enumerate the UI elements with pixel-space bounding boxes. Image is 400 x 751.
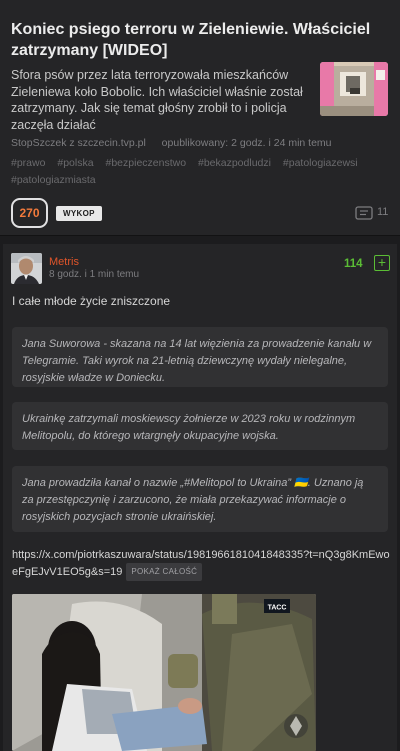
comments-icon[interactable] <box>355 206 373 220</box>
tweet-link-block: https://x.com/piotrkaszuwara/status/1981… <box>12 547 392 581</box>
article-title[interactable]: Koniec psiego terroru w Zieleniewie. Wła… <box>11 19 386 61</box>
tag-link[interactable]: #patologiazewsi <box>283 157 358 169</box>
upvote-button[interactable]: + <box>374 255 390 271</box>
comment-time: 8 godz. i 1 min temu <box>49 269 140 280</box>
comments-count[interactable]: 11 <box>377 206 388 218</box>
author-link[interactable]: StopSzczek <box>11 137 66 149</box>
article-meta: StopSzczek z szczecin.tvp.pl opublikowan… <box>11 137 332 149</box>
embedded-video-thumbnail[interactable]: ТАСС <box>12 594 316 751</box>
wykop-button[interactable]: WYKOP <box>56 206 102 221</box>
quote-block: Ukrainkę zatrzymali moskiewscy żołnierze… <box>12 402 388 450</box>
tag-link[interactable]: #prawo <box>11 157 45 169</box>
comment-score: 114 <box>344 258 363 270</box>
avatar[interactable] <box>11 253 42 284</box>
tag-link[interactable]: #bezpieczenstwo <box>106 157 187 169</box>
tag-link[interactable]: #bekazpodludzi <box>198 157 271 169</box>
comment-username[interactable]: Metris <box>49 256 79 268</box>
comment-card: Metris 8 godz. i 1 min temu 114 + I całe… <box>3 244 397 751</box>
quote-block: Jana prowadziła kanał o nazwie „#Melitop… <box>12 466 388 532</box>
published-time: opublikowany: 2 godz. i 24 min temu <box>161 137 332 149</box>
show-all-button[interactable]: POKAŻ CAŁOŚĆ <box>126 563 203 581</box>
source-link[interactable]: z szczecin.tvp.pl <box>69 137 145 149</box>
vote-count-badge[interactable]: 270 <box>11 198 48 228</box>
quote-block: Jana Suworowa - skazana na 14 lat więzie… <box>12 327 388 387</box>
tag-link[interactable]: #polska <box>57 157 93 169</box>
tag-link[interactable]: #patologiazmiasta <box>11 174 96 186</box>
vote-count: 270 <box>19 206 40 220</box>
embed-watermark: ТАСС <box>268 605 287 612</box>
comment-text: I całe młode życie zniszczone <box>12 294 171 308</box>
tag-list: #prawo #polska #bezpieczenstwo #bekazpod… <box>11 155 391 189</box>
article-thumbnail[interactable] <box>320 62 388 116</box>
article-card[interactable]: Koniec psiego terroru w Zieleniewie. Wła… <box>0 0 400 236</box>
article-description[interactable]: Sfora psów przez lata terroryzowała mies… <box>11 67 306 133</box>
